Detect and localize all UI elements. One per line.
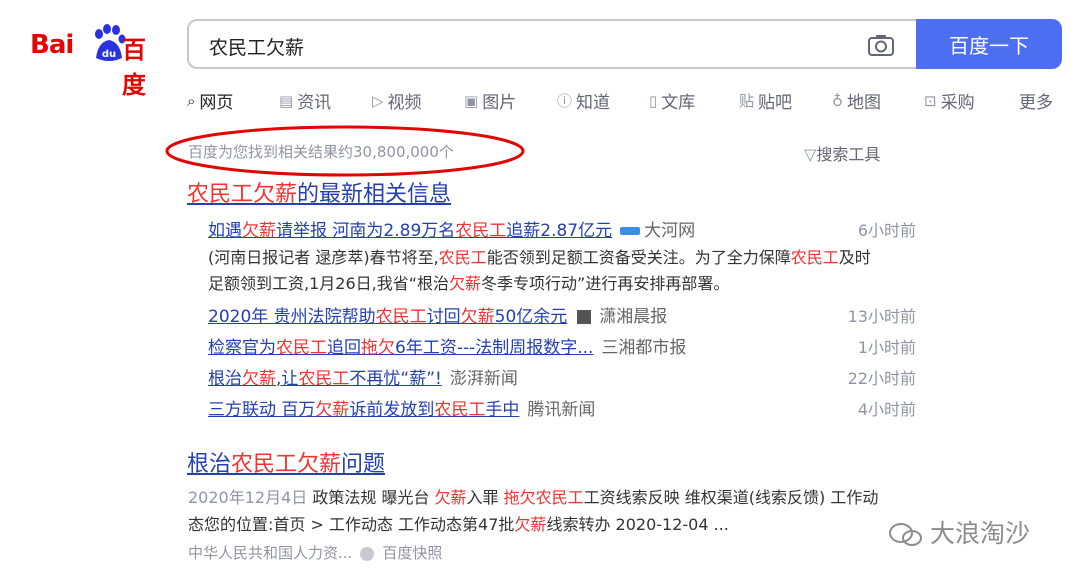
snapshot-link[interactable]: 百度快照: [382, 544, 442, 562]
news-item: 三方联动 百万欠薪诉前发放到农民工手中 腾讯新闻: [208, 395, 595, 420]
news-link[interactable]: 检察官为农民工追回拖欠6年工资---法制周报数字...: [208, 338, 593, 358]
tab-wenku[interactable]: ▯ 文库: [649, 88, 696, 114]
news-item: 2020年 贵州法院帮助农民工讨回欠薪50亿余元 潇湘晨报: [208, 302, 667, 327]
tab-label: 知道: [576, 93, 611, 113]
tab-web[interactable]: ⌕ 网页: [187, 88, 234, 114]
tab-label: 视频: [387, 93, 422, 113]
baidu-logo[interactable]: Bai du 百度: [30, 22, 164, 99]
tab-more[interactable]: 更多: [1019, 88, 1053, 113]
search-tools-label: 搜索工具: [816, 145, 881, 164]
tab-image[interactable]: ▣ 图片: [464, 88, 517, 114]
tab-label: 贴吧: [758, 93, 793, 113]
tieba-icon: 贴: [739, 92, 755, 110]
tab-label: 采购: [940, 93, 975, 113]
result-abstract-line: 态您的位置:首页 > 工作动态 工作动态第47批欠薪线索转办 2020-12-0…: [188, 515, 729, 534]
news-abstract-line: (河南日报记者 逯彦萃)春节将至,农民工能否领到足额工资备受关注。为了全力保障农…: [208, 248, 871, 267]
tab-label: 网页: [199, 93, 234, 113]
news-source: 大河网: [644, 221, 696, 241]
tab-label: 资讯: [297, 93, 332, 113]
result-source[interactable]: 中华人民共和国人力资...: [188, 544, 352, 562]
tab-label: 更多: [1019, 93, 1053, 113]
camera-icon[interactable]: [867, 33, 895, 57]
tab-tieba[interactable]: 贴 贴吧: [739, 88, 792, 113]
tab-map[interactable]: ♁ 地图: [832, 88, 881, 114]
news-item: 如遇欠薪请举报 河南为2.89万名农民工追薪2.87亿元 大河网: [208, 216, 695, 241]
news-block-title[interactable]: 农民工欠薪的最新相关信息: [187, 176, 451, 208]
search-tabs: ⌕ 网页 ▤ 资讯 ▷ 视频 ▣ 图片 ⓘ 知道 ▯ 文库 贴 贴吧 ♁ 地图 …: [187, 88, 1067, 114]
tab-label: 地图: [847, 93, 881, 113]
watermark-text: 大浪淘沙: [930, 519, 1031, 548]
image-icon: ▣: [464, 91, 479, 110]
video-icon: ▷: [372, 91, 384, 110]
tab-label: 文库: [661, 93, 696, 113]
wechat-icon: [889, 523, 922, 546]
result-count: 百度为您找到相关结果约30,800,000个: [188, 143, 454, 161]
news-icon: ▤: [279, 91, 294, 110]
map-icon: ♁: [832, 91, 843, 110]
news-time: 1小时前: [857, 338, 916, 357]
title-text: 的最新相关信息: [297, 182, 452, 207]
news-time: 13小时前: [847, 307, 916, 326]
logo-text-bai: Bai: [30, 30, 74, 60]
news-time: 6小时前: [857, 221, 916, 240]
watermark: 大浪淘沙: [888, 514, 1030, 550]
result-title[interactable]: 根治农民工欠薪问题: [187, 446, 385, 478]
logo-text-cn: 百度: [122, 36, 146, 99]
title-highlight: 农民工欠薪: [187, 182, 298, 207]
search-input[interactable]: [207, 31, 831, 61]
news-item: 检察官为农民工追回拖欠6年工资---法制周报数字... 三湘都市报: [208, 333, 686, 358]
result-source-row: 中华人民共和国人力资... 百度快照: [188, 542, 442, 563]
result-date: 2020年12月4日: [188, 488, 308, 507]
paw-icon: du: [95, 24, 126, 61]
news-time: 22小时前: [847, 369, 916, 388]
document-icon: ▯: [649, 91, 658, 110]
news-source: 澎湃新闻: [449, 369, 518, 389]
news-source: 三湘都市报: [601, 338, 687, 358]
tab-label: 图片: [482, 93, 517, 113]
news-source: 潇湘晨报: [599, 307, 668, 327]
tab-zhidao[interactable]: ⓘ 知道: [557, 88, 610, 113]
news-source: 腾讯新闻: [527, 400, 596, 420]
question-icon: ⓘ: [557, 92, 573, 110]
news-abstract-line: 足额领到工资,1月26日,我省“根治欠薪冬季专项行动”进行再安排再部署。: [208, 274, 730, 293]
search-tools-button[interactable]: ▽搜索工具: [804, 141, 880, 165]
news-link[interactable]: 根治欠薪,让农民工不再忧“薪”!: [208, 369, 442, 389]
news-link[interactable]: 2020年 贵州法院帮助农民工讨回欠薪50亿余元: [208, 307, 567, 327]
search-icon: ⌕: [187, 91, 196, 110]
news-link[interactable]: 如遇欠薪请举报 河南为2.89万名农民工追薪2.87亿元: [208, 221, 612, 241]
purchase-icon: ⊡: [924, 91, 937, 110]
tab-news[interactable]: ▤ 资讯: [279, 88, 332, 114]
newspaper-icon: [577, 310, 592, 324]
news-time: 4小时前: [857, 400, 916, 419]
logo-text-du: du: [102, 49, 116, 60]
shield-icon: [360, 546, 375, 561]
filter-icon: ▽: [804, 145, 817, 164]
result-abstract-line: 2020年12月4日 政策法规 曝光台 欠薪入罪 拖欠农民工工资线索反映 维权渠…: [188, 488, 879, 507]
search-button[interactable]: 百度一下: [916, 19, 1062, 69]
news-link[interactable]: 三方联动 百万欠薪诉前发放到农民工手中: [208, 400, 519, 420]
tab-video[interactable]: ▷ 视频: [372, 88, 422, 114]
news-item: 根治欠薪,让农民工不再忧“薪”! 澎湃新闻: [208, 364, 518, 389]
tab-purchase[interactable]: ⊡ 采购: [924, 88, 975, 114]
search-box[interactable]: [187, 19, 917, 69]
source-logo-icon: [620, 227, 641, 235]
